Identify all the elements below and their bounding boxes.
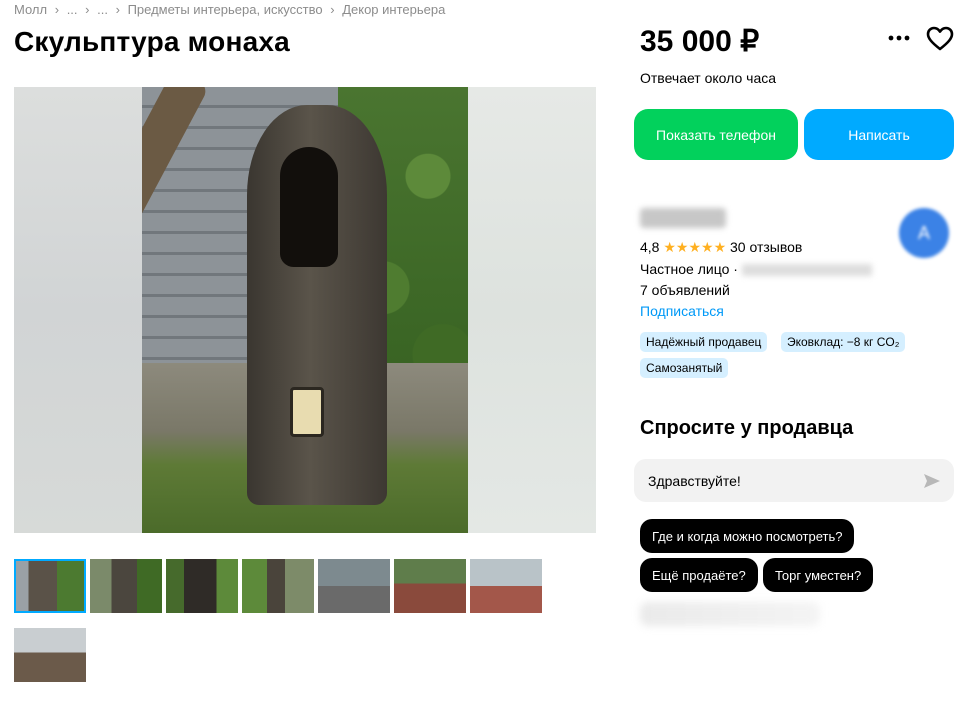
breadcrumb-item-mall[interactable]: Молл [14,2,47,17]
breadcrumb-item-collapsed[interactable]: ... [67,2,78,17]
monk-hood [280,147,338,267]
badge-self-employed[interactable]: Самозанятый [640,358,729,378]
response-time: Отвечает около часа [640,70,777,86]
star-icons: ★★★★★ [663,239,727,255]
tree-trunk [142,87,210,237]
thumbnail-7[interactable] [470,559,542,613]
reviews-count: 30 отзывов [730,239,803,255]
avatar[interactable]: А [899,208,949,258]
message-input[interactable] [648,459,908,502]
blurred-content [640,602,820,626]
heart-icon[interactable] [926,26,954,52]
lantern [290,387,324,437]
thumbnail-3[interactable] [166,559,238,613]
quick-question-still-selling[interactable]: Ещё продаёте? [640,558,758,592]
quick-question-bargain[interactable]: Торг уместен? [763,558,874,592]
badge-reliable-seller[interactable]: Надёжный продавец [640,332,768,352]
seller-type: Частное лицо · [640,261,872,277]
rating-value: 4,8 [640,239,660,255]
show-phone-button[interactable]: Показать телефон [634,109,798,160]
monk-sculpture-photo [142,87,468,533]
page-title: Скульптура монаха [14,26,290,57]
photo-blur-right [468,87,596,533]
message-field [634,459,954,502]
breadcrumb-item-decor[interactable]: Декор интерьера [342,2,445,17]
quick-question-where-when[interactable]: Где и когда можно посмотреть? [640,519,855,553]
breadcrumb-item-interior[interactable]: Предметы интерьера, искусство [128,2,323,17]
thumbnail-6[interactable] [394,559,466,613]
seller-rating[interactable]: 4,8 ★★★★★ 30 отзывов [640,239,802,256]
ask-seller-heading: Спросите у продавца [640,417,854,439]
send-icon[interactable] [922,471,942,491]
badge-eco-contribution[interactable]: Эковклад: −8 кг CO₂ [781,332,906,352]
thumbnail-5[interactable] [318,559,390,613]
thumbnail-2[interactable] [90,559,162,613]
blurred-info [741,264,872,277]
more-icon[interactable] [886,28,912,48]
subscribe-link[interactable]: Подписаться [640,303,724,319]
breadcrumb-separator: › [330,2,335,17]
seller-name-blurred[interactable] [640,208,726,228]
breadcrumb-separator: › [85,2,90,17]
seller-type-label: Частное лицо · [640,261,738,277]
breadcrumb-item-collapsed[interactable]: ... [97,2,108,17]
price: 35 000 ₽ [640,25,760,58]
thumbnail-1[interactable] [14,559,86,613]
breadcrumb-separator: › [54,2,60,17]
write-message-button[interactable]: Написать [804,109,954,160]
breadcrumb: Молл › ... › ... › Предметы интерьера, и… [14,2,449,17]
thumbnail-4[interactable] [242,559,314,613]
photo-blur-left [14,87,142,533]
main-photo[interactable] [14,87,596,533]
breadcrumb-separator: › [115,2,120,17]
thumbnail-8[interactable] [14,628,86,682]
ads-count[interactable]: 7 объявлений [640,282,730,298]
